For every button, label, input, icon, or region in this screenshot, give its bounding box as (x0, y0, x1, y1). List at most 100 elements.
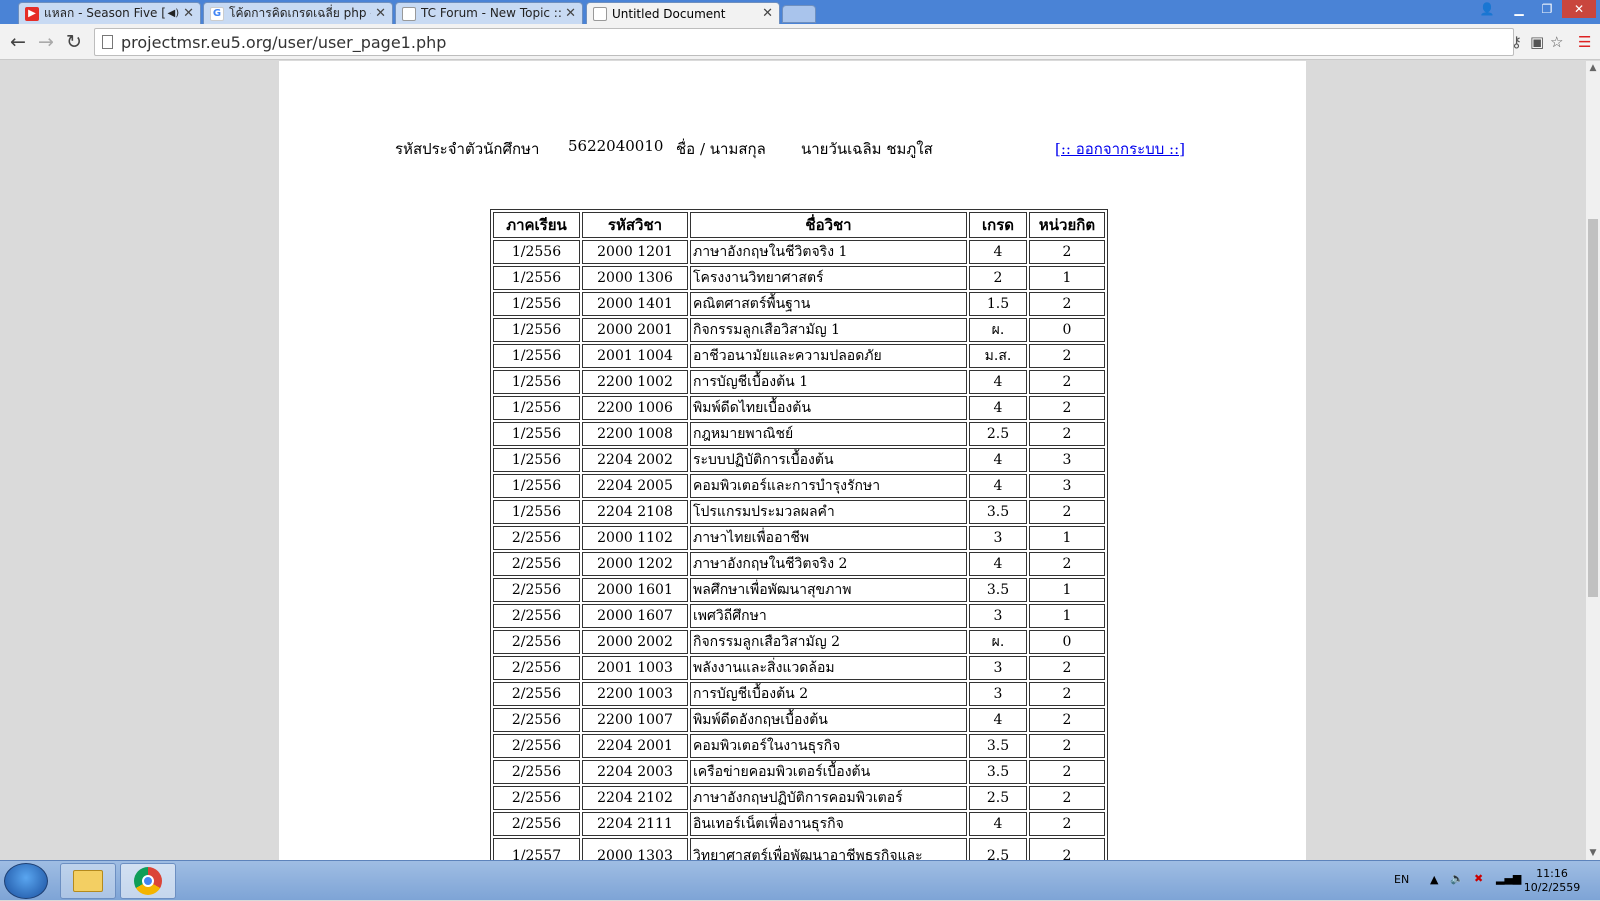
course-code-cell: 2000 1303 (582, 838, 688, 860)
course-name-cell: กิจกรรมลูกเสือวิสามัญ 1 (690, 318, 967, 342)
page-icon (593, 6, 607, 21)
speaker-icon: ◀) (167, 8, 180, 19)
table-row: 1/2556 2200 1006 พิมพ์ดีดไทยเบื้องต้น 4 2 (493, 396, 1105, 420)
tab-tc-forum[interactable]: TC Forum - New Topic :: ก ✕ (395, 2, 583, 24)
close-icon[interactable]: ✕ (183, 6, 194, 21)
table-row: 2/2556 2000 2002 กิจกรรมลูกเสือวิสามัญ 2 ผ.… (493, 630, 1105, 654)
new-tab-button[interactable] (782, 5, 816, 23)
semester-cell: 2/2556 (493, 656, 580, 680)
student-id-value: 5622040010 (568, 137, 664, 155)
student-name-value: นายวันเฉลิม ชมภูใส (801, 140, 933, 158)
semester-cell: 1/2556 (493, 292, 580, 316)
vertical-scrollbar[interactable]: ▲ ▼ (1586, 61, 1600, 860)
course-name-cell: ภาษาอังกฤษปฏิบัติการคอมพิวเตอร์ (690, 786, 967, 810)
back-button[interactable]: ← (6, 30, 30, 54)
scrollbar-thumb[interactable] (1588, 219, 1598, 597)
grade-cell: 1.5 (969, 292, 1027, 316)
course-code-cell: 2200 1003 (582, 682, 688, 706)
column-header-grade: เกรด (969, 212, 1027, 238)
course-code-cell: 2001 1003 (582, 656, 688, 680)
close-icon[interactable]: ✕ (762, 6, 773, 21)
credits-cell: 2 (1029, 240, 1105, 264)
table-header-row: ภาคเรียน รหัสวิชา ชื่อวิชา เกรด หน่วยกิต (493, 212, 1105, 238)
page-icon (102, 35, 113, 49)
course-code-cell: 2200 1007 (582, 708, 688, 732)
semester-cell: 2/2556 (493, 734, 580, 758)
course-name-cell: พลศึกษาเพื่อพัฒนาสุขภาพ (690, 578, 967, 602)
credits-cell: 2 (1029, 812, 1105, 836)
table-row: 2/2556 2000 1607 เพศวิถีศึกษา 3 1 (493, 604, 1105, 628)
tab-untitled-document[interactable]: Untitled Document ✕ (586, 2, 780, 24)
credits-cell: 2 (1029, 422, 1105, 446)
semester-cell: 2/2556 (493, 552, 580, 576)
grade-cell: 3 (969, 682, 1027, 706)
table-row: 1/2556 2000 1201 ภาษาอังกฤษในชีวิตจริง 142 (493, 240, 1105, 264)
close-icon[interactable]: ✕ (565, 6, 576, 21)
forward-button[interactable]: → (34, 30, 58, 54)
table-row: 2/2556 2000 1102 ภาษาไทยเพื่ออาชีพ 3 1 (493, 526, 1105, 550)
credits-cell: 2 (1029, 734, 1105, 758)
minimize-button[interactable]: ▁ (1506, 0, 1532, 18)
language-indicator[interactable]: EN (1394, 873, 1409, 886)
signal-icon[interactable]: ▂▄▆ (1496, 872, 1521, 885)
close-icon[interactable]: ✕ (375, 6, 386, 21)
column-header-course-name: ชื่อวิชา (690, 212, 967, 238)
grade-cell: 3 (969, 526, 1027, 550)
tab-youtube[interactable]: ▶ แหลก - Season Five [Lyr ◀) ✕ (18, 2, 201, 24)
credits-cell: 3 (1029, 448, 1105, 472)
grade-cell: 3.5 (969, 760, 1027, 784)
table-row: 2/2556 2204 2102 ภาษาอังกฤษปฏิบัติการคอมพิ… (493, 786, 1105, 810)
course-code-cell: 2000 1306 (582, 266, 688, 290)
menu-icon[interactable]: ☰ (1578, 33, 1591, 51)
semester-cell: 1/2556 (493, 318, 580, 342)
network-error-icon[interactable]: ✖ (1474, 872, 1483, 885)
credits-cell: 2 (1029, 500, 1105, 524)
scroll-down-arrow-icon[interactable]: ▼ (1586, 846, 1600, 860)
semester-cell: 2/2556 (493, 812, 580, 836)
course-name-cell: อินเทอร์เน็ตเพื่องานธุรกิจ (690, 812, 967, 836)
table-row: 2/2556 2204 2003 เครือข่ายคอมพิวเตอร์เบื้อ… (493, 760, 1105, 784)
bookmark-star-icon[interactable]: ☆ (1550, 33, 1563, 51)
scroll-up-arrow-icon[interactable]: ▲ (1586, 61, 1600, 75)
address-bar[interactable]: projectmsr.eu5.org/user/user_page1.php (94, 28, 1514, 56)
chrome-taskbar-button[interactable] (120, 863, 176, 899)
key-icon[interactable]: ⚷ (1511, 33, 1522, 51)
grade-cell: 4 (969, 812, 1027, 836)
credits-cell: 0 (1029, 318, 1105, 342)
table-row: 1/2556 2204 2005 คอมพิวเตอร์และการบำรุงรัก… (493, 474, 1105, 498)
semester-cell: 2/2556 (493, 786, 580, 810)
tab-title: TC Forum - New Topic :: ก (421, 6, 562, 20)
tab-google[interactable]: G โค้ดการคิดเกรดเฉลี่ย php - ✕ (203, 2, 393, 24)
grade-cell: 4 (969, 552, 1027, 576)
grade-cell: 3.5 (969, 578, 1027, 602)
course-name-cell: คอมพิวเตอร์ในงานธุรกิจ (690, 734, 967, 758)
show-hidden-icons-icon[interactable]: ▲ (1430, 873, 1438, 886)
close-window-button[interactable]: ✕ (1562, 0, 1596, 18)
course-code-cell: 2204 2102 (582, 786, 688, 810)
logout-link[interactable]: [:: ออกจากระบบ ::] (1055, 137, 1185, 161)
file-explorer-button[interactable] (60, 863, 116, 899)
course-name-cell: คอมพิวเตอร์และการบำรุงรักษา (690, 474, 967, 498)
semester-cell: 2/2556 (493, 526, 580, 550)
course-code-cell: 2000 1607 (582, 604, 688, 628)
user-icon[interactable]: 👤 (1474, 0, 1500, 18)
translate-icon[interactable]: ▣ (1530, 33, 1544, 51)
restore-button[interactable]: ❐ (1534, 0, 1560, 18)
credits-cell: 2 (1029, 708, 1105, 732)
credits-cell: 2 (1029, 344, 1105, 368)
semester-cell: 1/2556 (493, 240, 580, 264)
course-name-cell: พลังงานและสิ่งแวดล้อม (690, 656, 967, 680)
grade-cell: 3.5 (969, 500, 1027, 524)
credits-cell: 2 (1029, 682, 1105, 706)
start-button[interactable] (4, 863, 48, 899)
course-name-cell: การบัญชีเบื้องต้น 1 (690, 370, 967, 394)
reload-button[interactable]: ↻ (62, 30, 86, 54)
course-name-cell: ภาษาอังกฤษในชีวิตจริง 1 (690, 240, 967, 264)
semester-cell: 2/2556 (493, 708, 580, 732)
clock[interactable]: 11:16 10/2/2559 (1522, 867, 1582, 895)
volume-icon[interactable]: 🔈 (1450, 872, 1464, 885)
grade-cell: 4 (969, 708, 1027, 732)
semester-cell: 2/2556 (493, 578, 580, 602)
credits-cell: 2 (1029, 552, 1105, 576)
course-name-cell: กิจกรรมลูกเสือวิสามัญ 2 (690, 630, 967, 654)
